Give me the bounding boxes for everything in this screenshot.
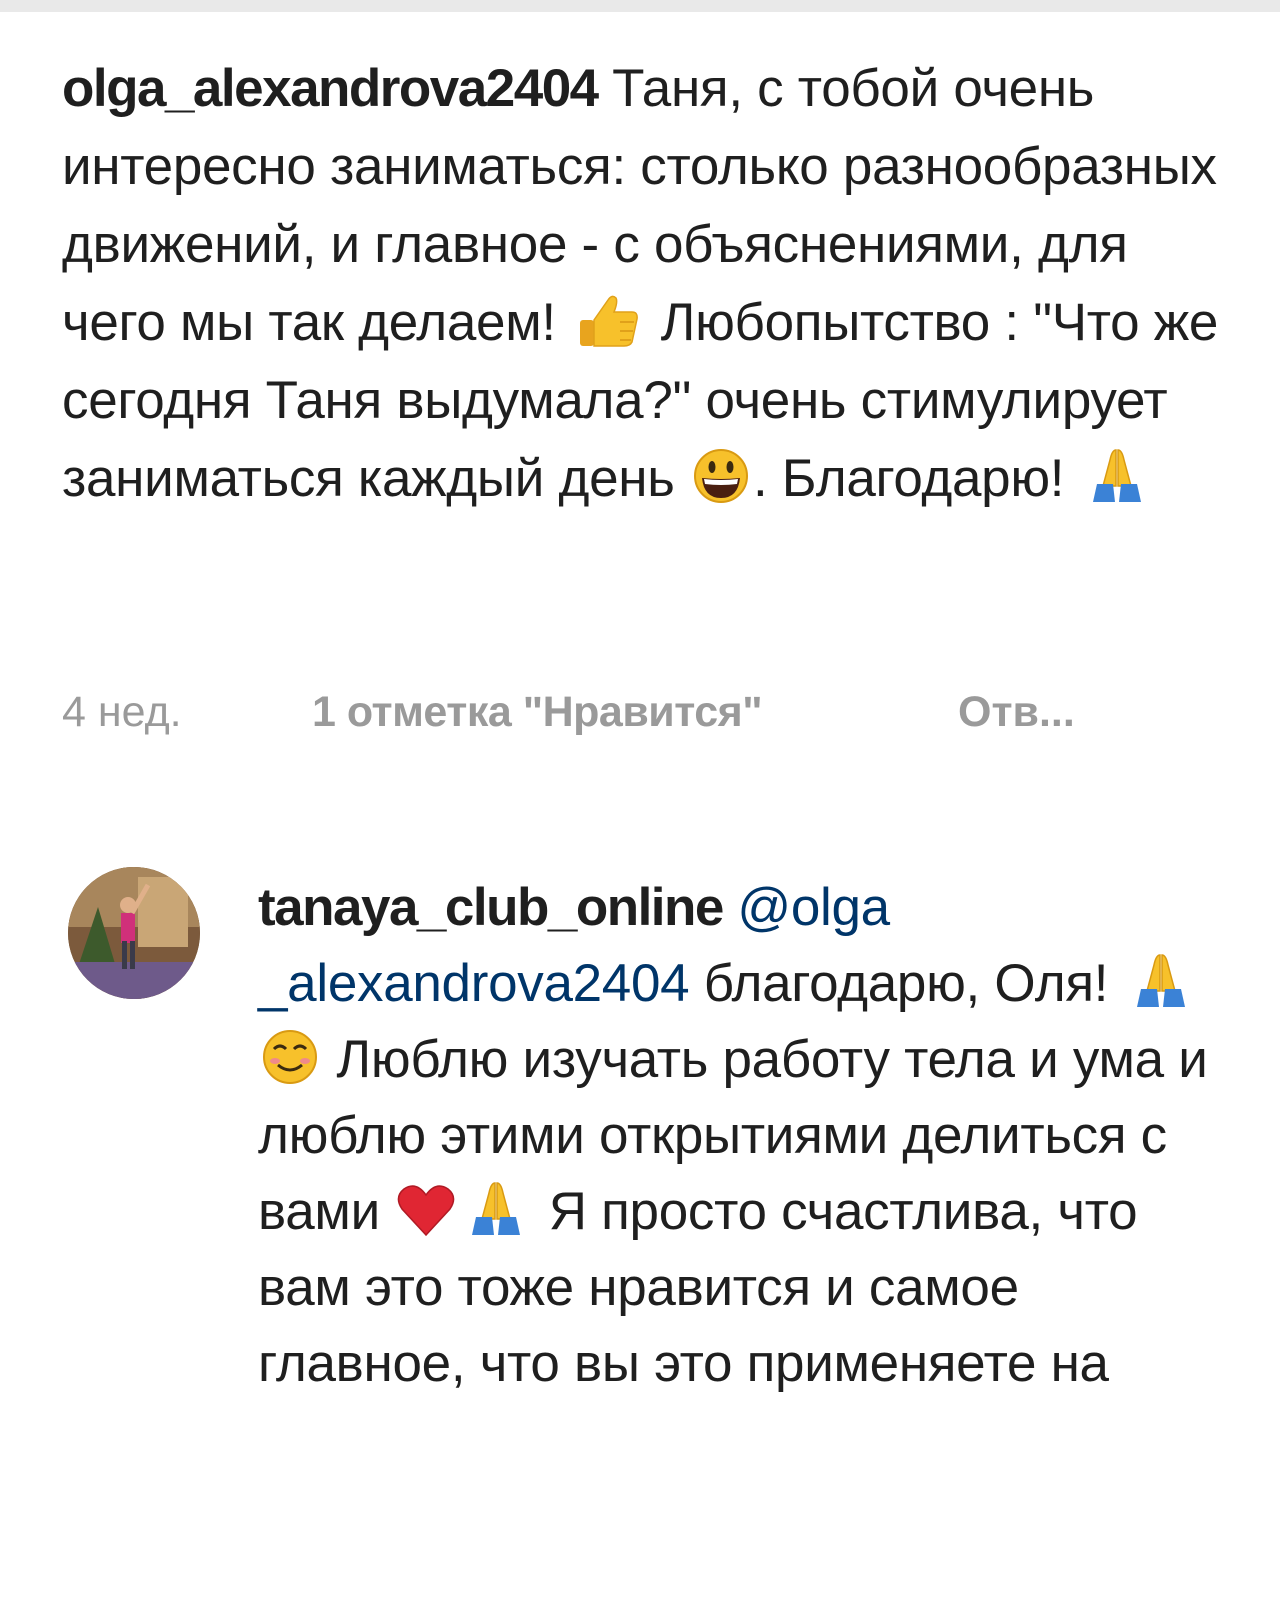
likes-count-link[interactable]: 1 отметка "Нравится": [312, 688, 958, 737]
comment-meta-row: 4 нед. 1 отметка "Нравится" Отв...: [62, 688, 1075, 748]
reply-username[interactable]: tanaya_club_online: [258, 878, 724, 937]
folded-hands-icon: [1123, 951, 1199, 1011]
folded-hands-icon: [458, 1179, 534, 1239]
comment-text-part: . Благодарю!: [752, 449, 1079, 508]
reply-button[interactable]: Отв...: [958, 688, 1075, 736]
red-heart-icon: [394, 1179, 458, 1239]
smiling-face-icon: [258, 1027, 322, 1087]
avatar[interactable]: [68, 867, 200, 999]
reply-comment: tanaya_club_online @olga _alexandrova240…: [258, 870, 1218, 1402]
top-status-strip: [0, 0, 1280, 12]
bottom-fade: [0, 1570, 1280, 1600]
thumbs-up-icon: [570, 290, 646, 350]
comment: olga_alexandrova2404 Таня, с тобой очень…: [62, 50, 1222, 518]
folded-hands-icon: [1079, 446, 1155, 506]
grinning-face-icon: [689, 446, 753, 506]
reply-text-part: благодарю, Оля!: [689, 954, 1123, 1013]
comment-timestamp: 4 нед.: [62, 688, 182, 736]
comment-username[interactable]: olga_alexandrova2404: [62, 59, 599, 118]
